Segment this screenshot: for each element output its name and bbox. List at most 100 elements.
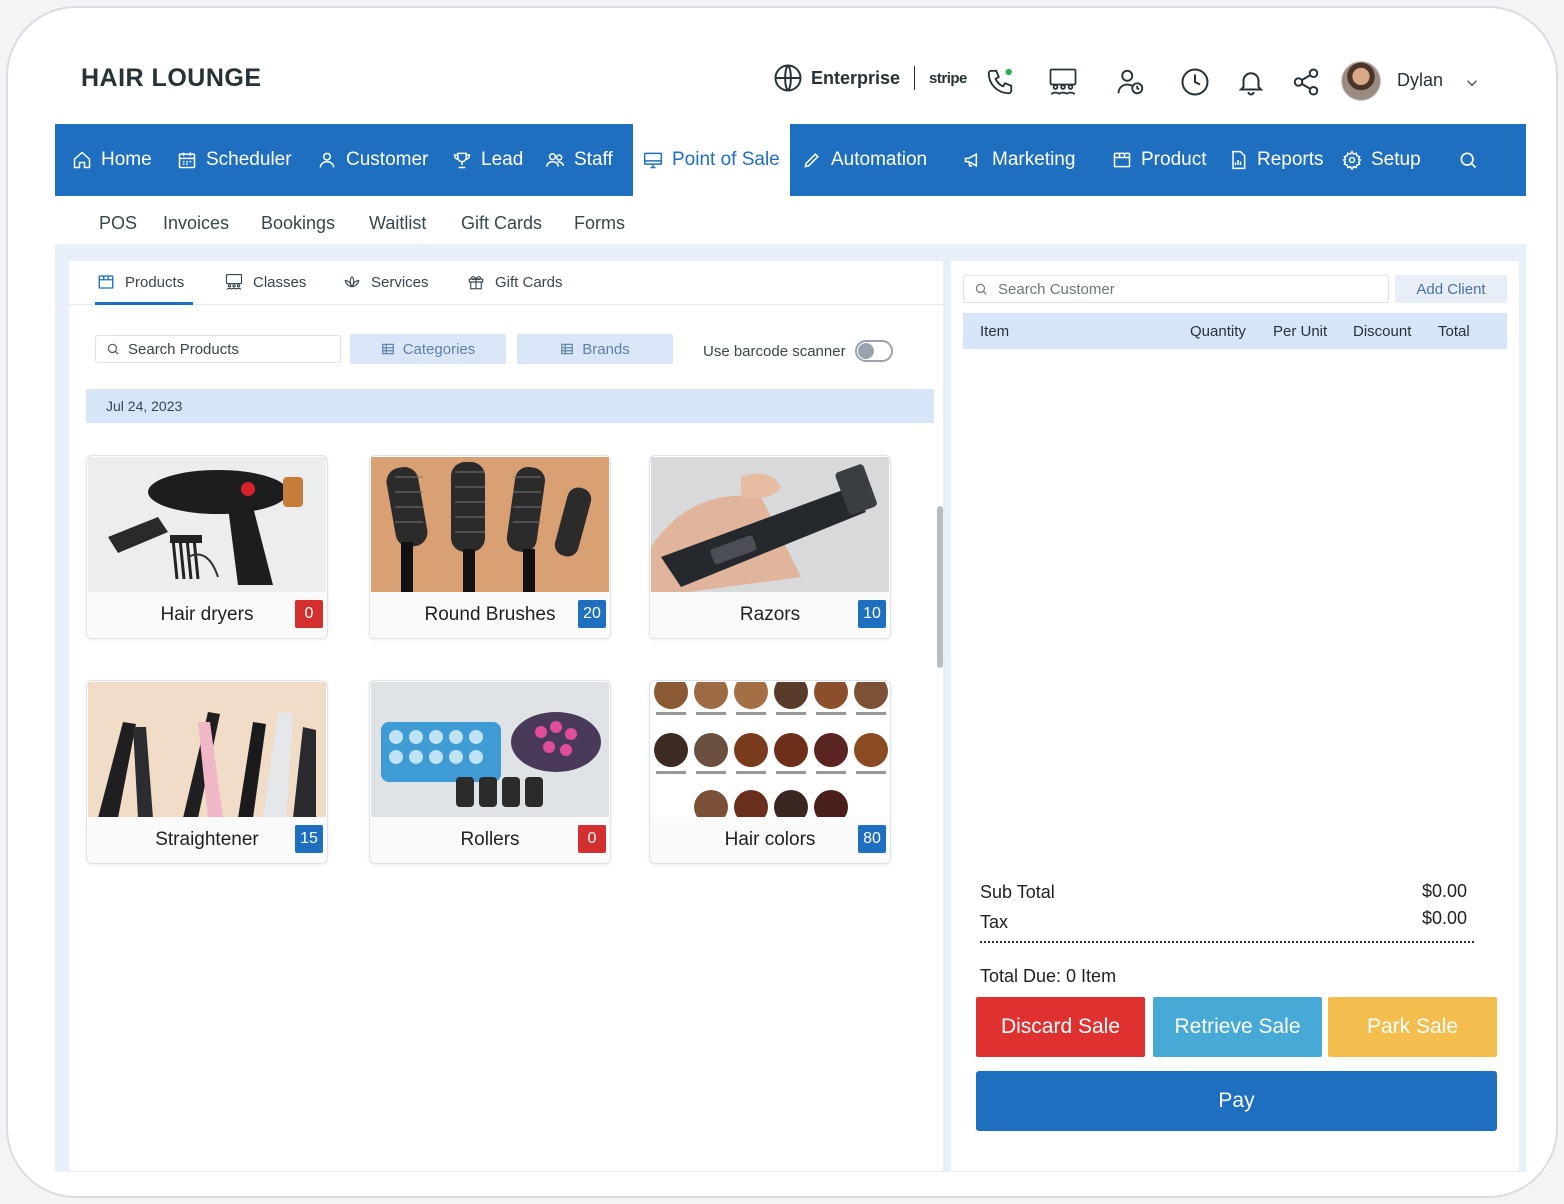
categories-button[interactable]: Categories <box>350 334 506 364</box>
trophy-icon <box>453 152 471 169</box>
tax-label: Tax <box>980 912 1009 932</box>
subnav-pos[interactable]: POS <box>99 213 137 234</box>
date-label: Jul 24, 2023 <box>106 398 183 414</box>
brands-button[interactable]: Brands <box>517 334 673 364</box>
search-icon <box>1460 152 1477 169</box>
nav-search-button[interactable] <box>1458 124 1478 196</box>
app-window: HAIR LOUNGE Enterprise stripe Dylan Home… <box>55 16 1526 1172</box>
nav-label: Reports <box>1257 149 1324 170</box>
tab-label: Gift Cards <box>495 273 563 291</box>
nav-label: Product <box>1141 149 1207 170</box>
nav-marketing[interactable]: Marketing <box>963 124 1075 196</box>
chevron-down-icon[interactable] <box>1463 74 1481 92</box>
tab-classes[interactable]: Classes <box>225 273 306 291</box>
divider <box>980 941 1474 943</box>
nav-setup[interactable]: Setup <box>1342 124 1421 196</box>
rollers-image <box>371 682 609 818</box>
nav-staff[interactable]: Staff <box>545 124 613 196</box>
megaphone-icon <box>964 152 978 168</box>
nav-label: Scheduler <box>206 149 292 170</box>
box-icon <box>98 275 114 289</box>
product-card-hair-colors[interactable]: Hair colors 80 <box>649 680 891 864</box>
top-bar: HAIR LOUNGE Enterprise stripe Dylan <box>55 16 1526 124</box>
subnav-waitlist[interactable]: Waitlist <box>369 213 426 234</box>
nav-reports[interactable]: Reports <box>1228 124 1324 196</box>
stripe-logo: stripe <box>929 69 967 87</box>
nav-label: Marketing <box>992 149 1076 170</box>
product-card-round-brushes[interactable]: Round Brushes 20 <box>369 455 611 639</box>
device-frame: HAIR LOUNGE Enterprise stripe Dylan Home… <box>6 6 1558 1198</box>
cart-table-header: Item Quantity Per Unit Discount Total <box>963 313 1507 349</box>
nav-customer[interactable]: Customer <box>317 124 428 196</box>
stock-badge: 80 <box>858 825 886 853</box>
sub-nav: POS Invoices Bookings Waitlist Gift Card… <box>55 196 1526 244</box>
product-card-hair-dryers[interactable]: Hair dryers 0 <box>86 455 328 639</box>
nav-label: Point of Sale <box>672 149 780 170</box>
straightener-image <box>88 682 326 818</box>
tab-label: Classes <box>253 273 307 291</box>
stock-badge: 15 <box>295 825 323 853</box>
search-products-input[interactable]: Search Products <box>95 335 341 363</box>
user-icon <box>319 152 335 168</box>
product-name: Rollers <box>460 829 520 850</box>
stock-badge: 10 <box>858 600 886 628</box>
classroom-icon <box>225 273 243 290</box>
nav-home[interactable]: Home <box>72 124 152 196</box>
products-scrollbar[interactable] <box>937 506 943 668</box>
add-client-button[interactable]: Add Client <box>1395 275 1507 303</box>
subnav-invoices[interactable]: Invoices <box>163 213 229 234</box>
bell-icon[interactable] <box>1233 64 1269 100</box>
tab-gift-cards[interactable]: Gift Cards <box>467 273 563 291</box>
subnav-gift-cards[interactable]: Gift Cards <box>461 213 542 234</box>
stock-badge: 0 <box>578 825 606 853</box>
col-item: Item <box>980 323 1010 340</box>
nav-label: Lead <box>481 149 524 170</box>
avatar[interactable] <box>1341 61 1381 101</box>
plan-indicator[interactable]: Enterprise stripe <box>773 63 967 93</box>
clock-icon[interactable] <box>1177 64 1213 100</box>
nav-automation[interactable]: Automation <box>802 124 927 196</box>
product-card-straightener[interactable]: Straightener 15 <box>86 680 328 864</box>
tab-services[interactable]: Services <box>343 273 429 291</box>
classroom-icon[interactable] <box>1045 64 1081 100</box>
park-sale-button[interactable]: Park Sale <box>1328 997 1497 1057</box>
nav-label: Automation <box>831 149 928 170</box>
brand-title: HAIR LOUNGE <box>81 64 262 92</box>
nav-scheduler[interactable]: Scheduler <box>177 124 292 196</box>
nav-product[interactable]: Product <box>1112 124 1206 196</box>
stock-badge: 20 <box>578 600 606 628</box>
table-icon <box>381 343 394 355</box>
share-icon[interactable] <box>1288 64 1324 100</box>
plan-label: Enterprise <box>811 67 901 88</box>
divider <box>914 66 916 90</box>
nav-lead[interactable]: Lead <box>452 124 523 196</box>
search-placeholder: Search Products <box>128 340 239 358</box>
barcode-toggle[interactable] <box>855 340 893 362</box>
col-total: Total <box>1438 323 1470 340</box>
product-card-razors[interactable]: Razors 10 <box>649 455 891 639</box>
search-customer-input[interactable]: Search Customer <box>963 275 1389 303</box>
report-icon <box>1232 150 1246 170</box>
subnav-bookings[interactable]: Bookings <box>261 213 335 234</box>
subnav-forms[interactable]: Forms <box>574 213 625 234</box>
razor-image <box>651 457 889 593</box>
nav-label: Staff <box>574 149 613 170</box>
tab-label: Services <box>371 273 429 291</box>
nav-point-of-sale[interactable]: Point of Sale <box>633 124 790 196</box>
retrieve-sale-button[interactable]: Retrieve Sale <box>1153 997 1322 1057</box>
date-bar: Jul 24, 2023 <box>86 389 934 423</box>
sub-total-value: $0.00 <box>1422 881 1468 901</box>
monitor-icon <box>643 152 663 169</box>
globe-icon <box>774 64 802 92</box>
discard-sale-button[interactable]: Discard Sale <box>976 997 1145 1057</box>
product-name: Hair dryers <box>160 604 254 625</box>
product-card-rollers[interactable]: Rollers 0 <box>369 680 611 864</box>
user-clock-icon[interactable] <box>1113 64 1149 100</box>
hair-colors-image <box>651 682 889 818</box>
phone-icon[interactable] <box>982 64 1018 100</box>
pay-button[interactable]: Pay <box>976 1071 1497 1131</box>
box-icon <box>1113 152 1131 168</box>
hair-dryer-image <box>88 457 326 593</box>
user-name[interactable]: Dylan <box>1397 70 1443 91</box>
tab-products[interactable]: Products <box>97 273 184 291</box>
